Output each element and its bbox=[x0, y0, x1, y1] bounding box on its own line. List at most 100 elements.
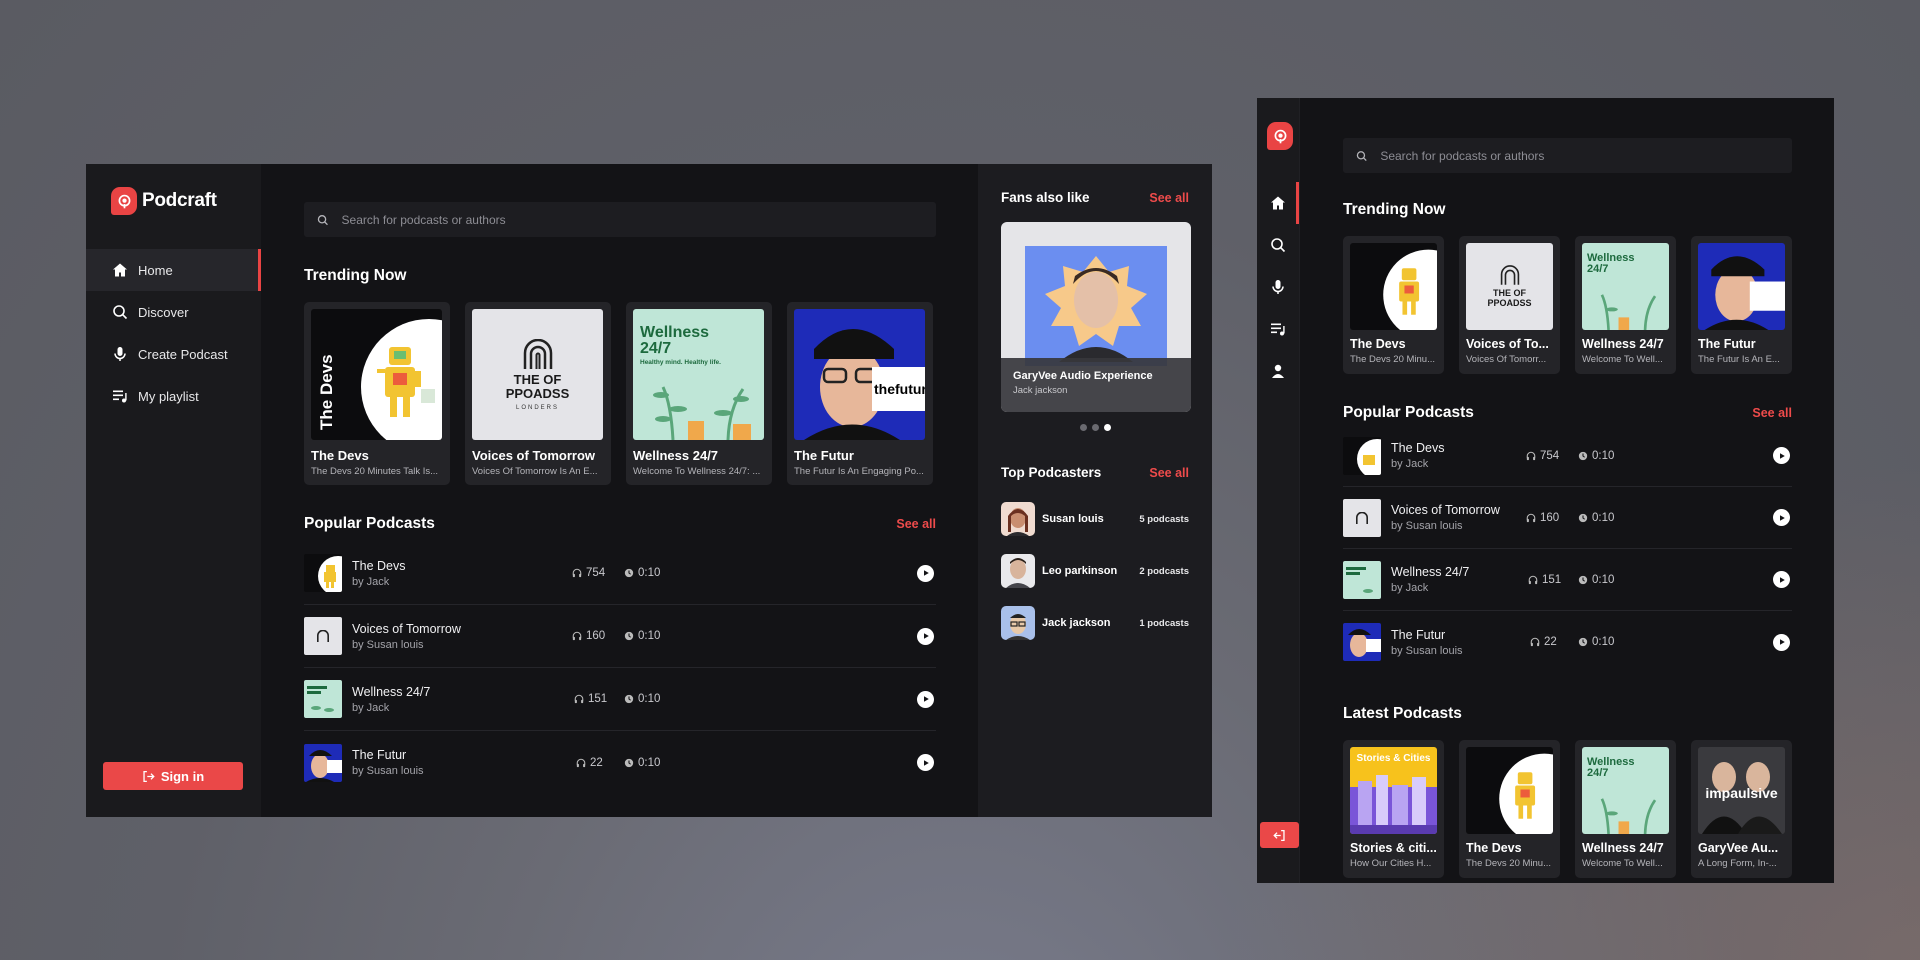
see-all-fans-link[interactable]: See all bbox=[1149, 191, 1189, 205]
carousel-dot[interactable] bbox=[1079, 424, 1087, 431]
card-title: Wellness 24/7 bbox=[1582, 841, 1664, 855]
desktop-app-frame: Podcraft Home Discover Create Podcast My… bbox=[86, 164, 1212, 817]
sidebar-item-my-playlist[interactable]: My playlist bbox=[86, 375, 261, 417]
app-logo[interactable] bbox=[1267, 122, 1293, 150]
carousel-dot[interactable] bbox=[1091, 424, 1099, 431]
user-icon bbox=[1272, 364, 1284, 378]
sidebar-item-create-podcast[interactable]: Create Podcast bbox=[86, 333, 261, 375]
see-all-popular-link[interactable]: See all bbox=[1752, 406, 1792, 420]
play-button[interactable] bbox=[917, 564, 934, 582]
play-button[interactable] bbox=[917, 627, 934, 645]
trending-card[interactable]: The Devs The Devs The Devs 20 Minutes Ta… bbox=[304, 302, 450, 485]
listen-count: 160 bbox=[572, 630, 624, 642]
duration-value: 0:10 bbox=[1592, 573, 1615, 586]
play-button[interactable] bbox=[1773, 633, 1790, 651]
card-title: GaryVee Au... bbox=[1698, 841, 1779, 855]
card-title: Wellness 24/7 bbox=[633, 448, 719, 463]
duration: 0:10 bbox=[1578, 450, 1614, 462]
play-button[interactable] bbox=[917, 690, 934, 708]
carousel-dot-active[interactable] bbox=[1103, 424, 1111, 431]
home-icon bbox=[1271, 196, 1285, 210]
table-row[interactable]: Voices of Tomorrow by Susan louis 160 0:… bbox=[304, 605, 936, 668]
table-row[interactable]: Wellness 24/7 by Jack 151 0:10 bbox=[304, 668, 936, 731]
right-panel: Fans also like See all GaryVee Audio Exp… bbox=[978, 164, 1212, 817]
cover-text: impaulsive bbox=[1705, 785, 1778, 801]
play-button[interactable] bbox=[1773, 571, 1790, 588]
trending-card[interactable]: THE OF PPOADSS LONDERS Voices of Tomorro… bbox=[465, 302, 611, 485]
play-button[interactable] bbox=[917, 754, 934, 771]
trending-card[interactable]: The Futur The Futur Is An E... bbox=[1691, 236, 1792, 374]
podcast-author: by Jack bbox=[1391, 458, 1429, 470]
avatar bbox=[1001, 502, 1035, 536]
latest-card[interactable]: Stories & Cities Stories & citi... How O… bbox=[1343, 740, 1444, 878]
nav-my-playlist[interactable] bbox=[1257, 308, 1299, 350]
search-bar[interactable] bbox=[1343, 138, 1792, 173]
sign-in-icon bbox=[143, 770, 155, 782]
table-row[interactable]: The Futur by Susan louis 22 0:10 bbox=[1343, 611, 1792, 673]
search-icon bbox=[317, 214, 328, 225]
podcast-cover-voices-of-tomorrow: THE OF PPOADSS LONDERS bbox=[472, 309, 603, 440]
podcast-cover-wellness: Wellness 24/7 Healthy mind. Healthy life… bbox=[633, 309, 764, 440]
playlist-icon bbox=[113, 390, 127, 403]
duration: 0:10 bbox=[624, 630, 660, 642]
duration-value: 0:10 bbox=[638, 693, 661, 705]
table-row[interactable]: The Devs by Jack 754 0:10 bbox=[304, 542, 936, 605]
cover-text: THE OF PPOADSS bbox=[1487, 288, 1532, 308]
trending-card[interactable]: thefutur The Futur The Futur Is An Engag… bbox=[787, 302, 933, 485]
table-row[interactable]: The Futur by Susan louis 22 0:10 bbox=[304, 731, 936, 794]
podcraft-logo-icon bbox=[1267, 122, 1293, 150]
list-item[interactable]: Jack jackson 1 podcasts bbox=[1001, 597, 1189, 649]
listen-count: 754 bbox=[1526, 450, 1578, 462]
podcast-name: Voices of Tomorrow bbox=[1391, 503, 1500, 517]
play-icon bbox=[923, 696, 929, 702]
trending-card[interactable]: Wellness 24/7 Wellness 24/7 Welcome To W… bbox=[1575, 236, 1676, 374]
search-icon bbox=[113, 305, 128, 320]
see-all-podcasters-link[interactable]: See all bbox=[1149, 466, 1189, 480]
nav-create-podcast[interactable] bbox=[1257, 266, 1299, 308]
list-item[interactable]: Leo parkinson 2 podcasts bbox=[1001, 545, 1189, 597]
search-bar[interactable] bbox=[304, 202, 936, 237]
sign-in-button[interactable] bbox=[1260, 822, 1299, 848]
sidebar-item-discover[interactable]: Discover bbox=[86, 291, 261, 333]
trending-card[interactable]: Wellness 24/7 Healthy mind. Healthy life… bbox=[626, 302, 772, 485]
listen-count: 160 bbox=[1526, 512, 1578, 524]
card-subtitle: Welcome To Well... bbox=[1582, 858, 1663, 869]
sign-in-button[interactable]: Sign in bbox=[103, 762, 243, 790]
thumb-wellness bbox=[1343, 560, 1381, 599]
card-subtitle: The Devs 20 Minutes Talk Is... bbox=[311, 466, 439, 477]
latest-card[interactable]: Wellness 24/7 Wellness 24/7 Welcome To W… bbox=[1575, 740, 1676, 878]
listen-count: 22 bbox=[1530, 636, 1578, 648]
play-button[interactable] bbox=[1773, 447, 1790, 464]
nav-profile[interactable] bbox=[1257, 350, 1299, 392]
card-subtitle: A Long Form, In-... bbox=[1698, 858, 1777, 869]
sidebar-nav: Home Discover Create Podcast My playlist bbox=[86, 249, 261, 417]
trending-card[interactable]: THE OF PPOADSS Voices of To... Voices Of… bbox=[1459, 236, 1560, 374]
list-item[interactable]: Susan louis 5 podcasts bbox=[1001, 493, 1189, 545]
clock-icon bbox=[624, 758, 634, 767]
listen-value: 22 bbox=[1544, 636, 1557, 648]
table-row[interactable]: The Devs by Jack 754 0:10 bbox=[1343, 425, 1792, 487]
play-button[interactable] bbox=[1773, 509, 1790, 526]
search-icon bbox=[1271, 238, 1286, 253]
duration: 0:10 bbox=[624, 693, 660, 705]
podcast-count: 1 podcasts bbox=[1139, 617, 1189, 629]
nav-home[interactable] bbox=[1257, 182, 1299, 224]
table-row[interactable]: Wellness 24/7 by Jack 151 0:10 bbox=[1343, 549, 1792, 611]
search-input[interactable] bbox=[341, 212, 936, 227]
sidebar-item-home[interactable]: Home bbox=[86, 249, 261, 291]
latest-card[interactable]: impaulsive GaryVee Au... A Long Form, In… bbox=[1691, 740, 1792, 878]
see-all-popular-link[interactable]: See all bbox=[896, 517, 936, 531]
sidebar-item-label: Create Podcast bbox=[138, 346, 228, 362]
latest-carousel: Stories & Cities Stories & citi... How O… bbox=[1343, 740, 1792, 878]
trending-card[interactable]: The Devs The Devs 20 Minu... bbox=[1343, 236, 1444, 374]
podcast-cover-the-devs bbox=[1466, 747, 1553, 834]
latest-card[interactable]: The Devs The Devs 20 Minu... bbox=[1459, 740, 1560, 878]
search-input[interactable] bbox=[1380, 148, 1792, 163]
table-row[interactable]: Voices of Tomorrow by Susan louis 160 0:1… bbox=[1343, 487, 1792, 549]
card-title: Voices of Tomorrow bbox=[472, 448, 596, 463]
nav-discover[interactable] bbox=[1257, 224, 1299, 266]
app-logo[interactable]: Podcraft bbox=[111, 187, 217, 215]
featured-podcast-card[interactable]: GaryVee Audio Experience Jack jackson bbox=[1001, 222, 1191, 412]
sidebar-item-label: Home bbox=[138, 262, 173, 278]
listen-count: 22 bbox=[576, 757, 624, 769]
